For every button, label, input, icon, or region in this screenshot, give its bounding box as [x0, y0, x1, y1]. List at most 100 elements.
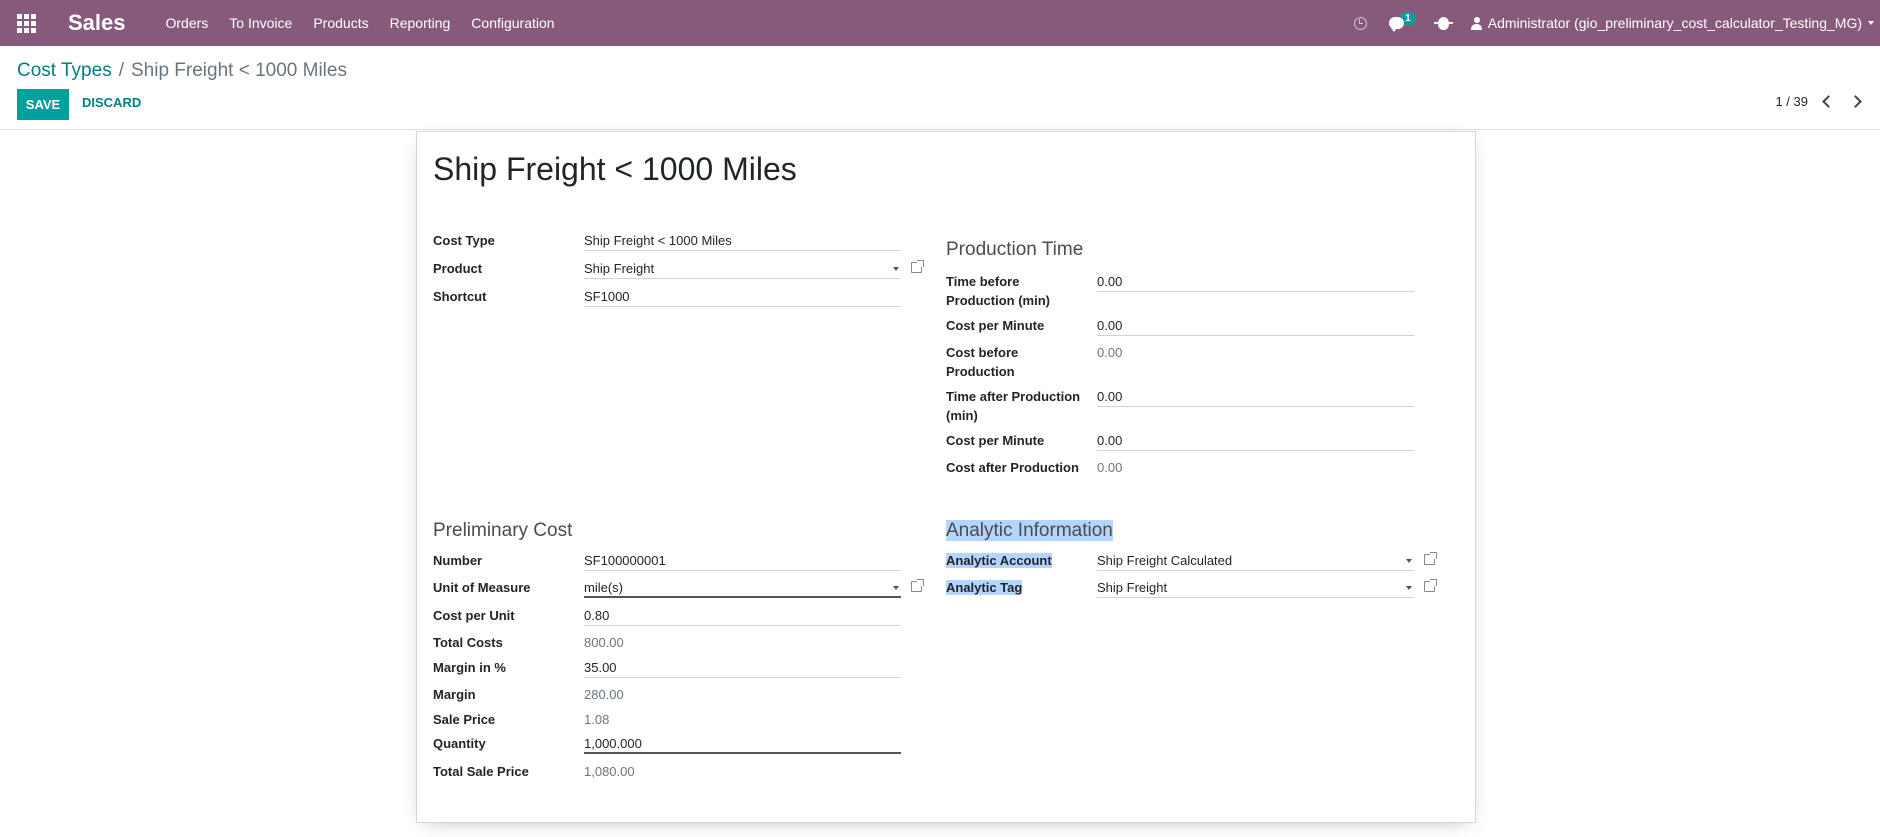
field-label: Analytic Tag [946, 580, 1023, 595]
menu-to-invoice[interactable]: To Invoice [229, 15, 292, 31]
cost-after-value: 0.00 [1097, 460, 1123, 475]
field-cost-per-minute-after: Cost per Minute 0.00 [946, 431, 1446, 458]
top-navbar: Sales Orders To Invoice Products Reporti… [0, 0, 1880, 46]
analytic-account-select[interactable]: Ship Freight Calculated [1097, 551, 1414, 571]
analytic-account-value: Ship Freight Calculated [1097, 553, 1233, 568]
pager-next-icon[interactable] [1849, 95, 1862, 108]
debug-bug-icon[interactable] [1433, 16, 1453, 30]
field-label: Time before Production (min) [946, 274, 1050, 308]
field-total-costs: Total Costs 800.00 [433, 633, 919, 658]
product-select[interactable]: Ship Freight [584, 259, 901, 279]
field-label: Unit of Measure [433, 580, 531, 595]
analytic-information-title: Analytic Information [946, 520, 1113, 541]
activities-clock-icon[interactable] [1354, 16, 1368, 30]
external-link-icon[interactable] [1424, 552, 1437, 565]
pager-previous-icon[interactable] [1822, 95, 1835, 108]
breadcrumb-current: Ship Freight < 1000 Miles [130, 60, 347, 81]
quantity-input[interactable]: 1,000.000 [584, 734, 901, 754]
shortcut-input[interactable]: SF1000 [584, 287, 901, 307]
field-label: Shortcut [433, 289, 487, 304]
field-margin-pct: Margin in % 35.00 [433, 658, 919, 685]
field-margin: Margin 280.00 [433, 685, 919, 710]
margin-pct-input[interactable]: 35.00 [584, 658, 901, 678]
user-name: Administrator (gio_preliminary_cost_calc… [1487, 15, 1862, 31]
field-cost-type: Cost Type Ship Freight < 1000 Miles [433, 231, 919, 259]
general-group: Cost Type Ship Freight < 1000 Miles Prod… [433, 231, 924, 315]
field-label: Number [433, 553, 483, 568]
analytic-information-group: Analytic Information Analytic Account Sh… [946, 520, 1446, 606]
preliminary-cost-group: Preliminary Cost Number SF100000001 Unit… [433, 520, 924, 784]
field-label: Total Costs [433, 635, 503, 650]
field-product: Product Ship Freight [433, 259, 924, 287]
save-button[interactable]: SAVE [17, 89, 69, 120]
form-sheet: Ship Freight < 1000 Miles Cost Type Ship… [416, 131, 1476, 823]
app-name[interactable]: Sales [68, 10, 126, 36]
cost-per-minute-after-input[interactable]: 0.00 [1097, 431, 1414, 451]
external-link-icon[interactable] [911, 260, 924, 273]
sale-price-value: 1.08 [584, 712, 610, 727]
apps-menu-icon[interactable] [0, 0, 52, 46]
chevron-down-icon [1406, 559, 1412, 563]
menu-configuration[interactable]: Configuration [471, 15, 554, 31]
margin-value: 280.00 [584, 687, 624, 702]
total-sale-price-value: 1,080.00 [584, 764, 635, 779]
field-cost-before: Cost before Production 0.00 [946, 343, 1446, 387]
field-label: Total Sale Price [433, 764, 529, 779]
field-unit-of-measure: Unit of Measure mile(s) [433, 578, 924, 606]
field-label: Cost per Unit [433, 608, 515, 623]
field-cost-after: Cost after Production 0.00 [946, 458, 1446, 480]
discard-button[interactable]: DISCARD [82, 95, 141, 110]
field-label: Cost per Minute [946, 318, 1045, 333]
pager-value[interactable]: 1 / 39 [1775, 94, 1808, 109]
breadcrumb: Cost Types / Ship Freight < 1000 Miles [17, 60, 347, 82]
time-after-input[interactable]: 0.00 [1097, 387, 1414, 407]
chevron-down-icon [893, 267, 899, 271]
menu-reporting[interactable]: Reporting [390, 15, 451, 31]
messaging-button[interactable]: 1 [1389, 11, 1416, 32]
field-label: Quantity [433, 736, 486, 751]
field-cost-per-minute-before: Cost per Minute 0.00 [946, 316, 1446, 343]
total-costs-value: 800.00 [584, 635, 624, 650]
preliminary-cost-title: Preliminary Cost [433, 520, 573, 541]
analytic-tag-value: Ship Freight [1097, 580, 1168, 595]
unit-of-measure-select[interactable]: mile(s) [584, 578, 901, 598]
field-label: Sale Price [433, 712, 496, 727]
cost-per-minute-before-input[interactable]: 0.00 [1097, 316, 1414, 336]
cost-type-input[interactable]: Ship Freight < 1000 Miles [584, 231, 901, 251]
form-view: Ship Freight < 1000 Miles Cost Type Ship… [0, 131, 1880, 837]
field-label: Cost after Production [946, 460, 1079, 475]
field-label: Cost before Production [946, 345, 1019, 379]
product-value: Ship Freight [584, 261, 655, 276]
menu-orders[interactable]: Orders [166, 15, 209, 31]
field-analytic-tag: Analytic Tag Ship Freight [946, 578, 1446, 606]
number-input[interactable]: SF100000001 [584, 551, 901, 571]
field-time-after: Time after Production (min) 0.00 [946, 387, 1446, 431]
field-label: Time after Production (min) [946, 389, 1081, 423]
field-label: Margin in % [433, 660, 506, 675]
field-label: Product [433, 261, 483, 276]
field-label: Cost per Minute [946, 433, 1045, 448]
pager: 1 / 39 [1775, 94, 1862, 109]
time-before-input[interactable]: 0.00 [1097, 272, 1414, 292]
field-label: Analytic Account [946, 553, 1052, 568]
field-quantity: Quantity 1,000.000 [433, 734, 919, 762]
breadcrumb-cost-types-link[interactable]: Cost Types [17, 60, 112, 81]
external-link-icon[interactable] [911, 579, 924, 592]
record-title[interactable]: Ship Freight < 1000 Miles [433, 151, 797, 188]
field-label: Cost Type [433, 233, 495, 248]
external-link-icon[interactable] [1424, 579, 1437, 592]
field-total-sale-price: Total Sale Price 1,080.00 [433, 762, 919, 784]
field-time-before: Time before Production (min) 0.00 [946, 272, 1446, 316]
chevron-down-icon [893, 586, 899, 590]
production-time-group: Production Time Time before Production (… [946, 239, 1446, 480]
field-shortcut: Shortcut SF1000 [433, 287, 919, 315]
cost-before-value: 0.00 [1097, 345, 1123, 360]
control-panel: Cost Types / Ship Freight < 1000 Miles SAV… [0, 46, 1880, 130]
menu-products[interactable]: Products [313, 15, 368, 31]
analytic-tag-select[interactable]: Ship Freight [1097, 578, 1414, 598]
user-menu[interactable]: Administrator (gio_preliminary_cost_calc… [1470, 15, 1874, 31]
breadcrumb-separator: / [118, 60, 124, 81]
field-label: Margin [433, 687, 476, 702]
cost-per-unit-input[interactable]: 0.80 [584, 606, 901, 626]
field-number: Number SF100000001 [433, 551, 919, 578]
